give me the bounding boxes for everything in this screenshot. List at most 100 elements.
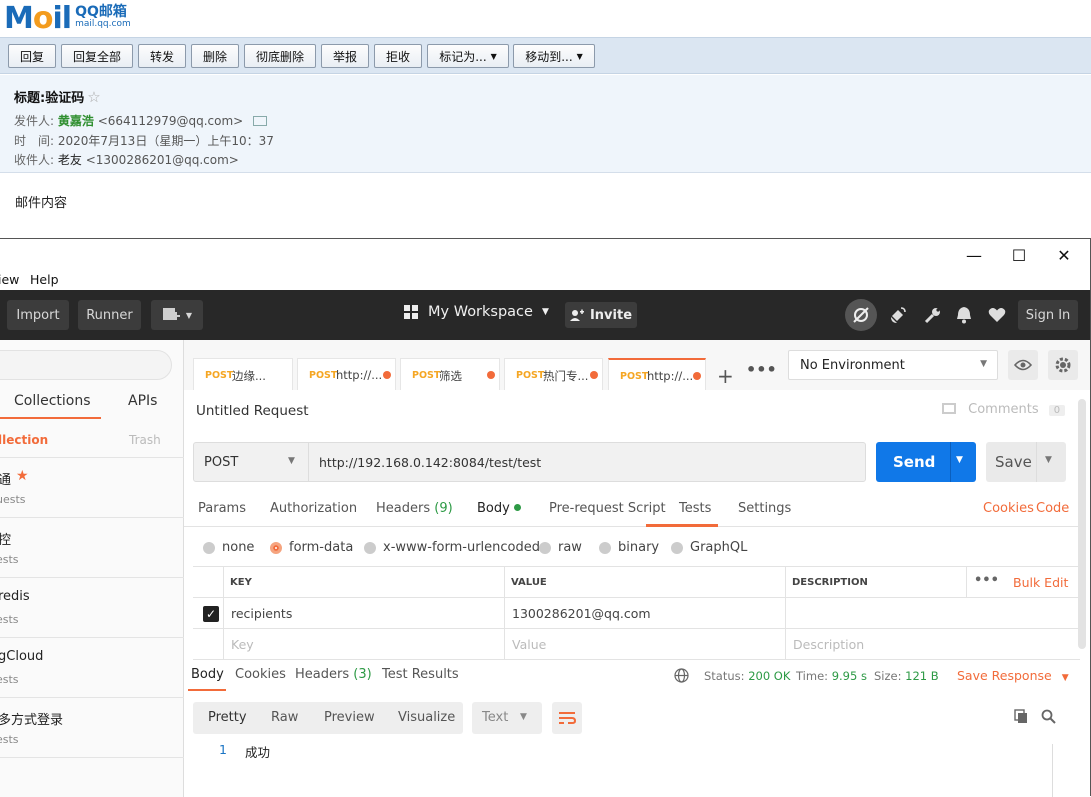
send-button[interactable]: Send ▼ [876, 442, 976, 482]
reject-button[interactable]: 拒收 [374, 44, 422, 68]
new-button[interactable]: ▼ [151, 300, 203, 330]
request-tab[interactable]: POST 热门专... [504, 358, 603, 390]
key-cell[interactable]: recipients [223, 598, 505, 628]
radio-form-data[interactable]: form-data [270, 540, 353, 555]
description-input[interactable]: Description [785, 629, 1080, 659]
delete-button[interactable]: 删除 [191, 44, 239, 68]
maximize-button[interactable]: ☐ [999, 243, 1039, 267]
tab-pre-request-script[interactable]: Pre-request Script [549, 501, 666, 516]
value-input[interactable]: Value [504, 629, 786, 659]
globe-icon[interactable] [674, 668, 689, 686]
eye-icon[interactable] [1008, 350, 1038, 380]
heart-icon[interactable] [985, 303, 1009, 327]
response-language-select[interactable]: Text ▼ [472, 702, 542, 734]
chevron-down-icon[interactable]: ▼ [1045, 455, 1052, 465]
comments-button[interactable]: Comments 0 [942, 402, 1066, 417]
description-cell[interactable] [785, 598, 1080, 628]
more-options-icon[interactable]: ••• [974, 573, 999, 588]
collection-item[interactable]: 控 ests [0, 518, 184, 578]
collection-item[interactable]: gCloud ests [0, 638, 184, 698]
radio-none[interactable]: none [203, 540, 254, 555]
request-title[interactable]: Untitled Request [196, 403, 309, 419]
scrollbar[interactable] [1078, 399, 1086, 649]
url-input[interactable]: http://192.168.0.142:8084/test/test [308, 442, 866, 482]
format-preview[interactable]: Preview [324, 710, 375, 725]
qq-mail-logo[interactable]: Moil QQ邮箱 mail.qq.com [4, 1, 131, 36]
reply-button[interactable]: 回复 [8, 44, 56, 68]
response-tab-body[interactable]: Body [191, 667, 224, 682]
tab-collections[interactable]: Collections [14, 393, 91, 409]
copy-icon[interactable] [1014, 709, 1029, 727]
radio-raw[interactable]: raw [539, 540, 582, 555]
collection-item[interactable]: 多方式登录 ests [0, 698, 184, 758]
close-button[interactable]: ✕ [1044, 243, 1084, 267]
environment-select[interactable]: No Environment ▼ [788, 350, 998, 380]
menu-help[interactable]: Help [30, 272, 59, 287]
more-tabs-icon[interactable]: ••• [746, 360, 777, 379]
request-tab[interactable]: POST 筛选 [400, 358, 500, 390]
row-enabled-checkbox[interactable]: ✓ [203, 606, 219, 622]
star-icon[interactable]: ☆ [87, 88, 100, 106]
chevron-down-icon[interactable]: ▼ [956, 455, 963, 465]
import-button[interactable]: Import [7, 300, 69, 330]
wrench-icon[interactable] [921, 303, 945, 327]
format-raw[interactable]: Raw [271, 710, 298, 725]
contact-card-icon[interactable] [253, 116, 268, 126]
trash-link[interactable]: Trash [129, 433, 161, 447]
response-tab-test-results[interactable]: Test Results [382, 667, 459, 682]
workspace-selector[interactable]: My Workspace ▼ [404, 304, 549, 320]
recipient-name[interactable]: 老友 [58, 153, 82, 167]
sign-in-button[interactable]: Sign In [1018, 300, 1078, 330]
code-link[interactable]: Code [1036, 501, 1069, 516]
format-pretty[interactable]: Pretty [208, 710, 247, 725]
save-response-button[interactable]: Save Response ▼ [957, 668, 1069, 683]
sync-off-icon[interactable] [845, 299, 877, 331]
tab-apis[interactable]: APIs [128, 393, 157, 409]
radio-binary[interactable]: binary [599, 540, 659, 555]
format-visualize[interactable]: Visualize [398, 710, 455, 725]
sender-email: <664112979@qq.com> [97, 114, 244, 128]
request-tab[interactable]: POST http://... [297, 358, 396, 390]
response-tab-headers[interactable]: Headers (3) [295, 667, 372, 682]
radio-graphql[interactable]: GraphQL [671, 540, 747, 555]
delete-permanently-button[interactable]: 彻底删除 [244, 44, 316, 68]
collection-item[interactable]: redis ests [0, 578, 184, 638]
report-button[interactable]: 举报 [321, 44, 369, 68]
tab-body[interactable]: Body [477, 501, 521, 516]
save-button[interactable]: Save ▼ [986, 442, 1066, 482]
reply-all-button[interactable]: 回复全部 [61, 44, 133, 68]
collection-item[interactable]: 通 ★ uests [0, 458, 184, 518]
invite-button[interactable]: Invite [565, 302, 637, 328]
tab-headers[interactable]: Headers (9) [376, 501, 453, 516]
runner-button[interactable]: Runner [78, 300, 141, 330]
gear-icon[interactable] [1048, 350, 1078, 380]
tab-params[interactable]: Params [198, 501, 246, 516]
request-tab[interactable]: POST 边缘... [193, 358, 293, 390]
bell-icon[interactable] [952, 303, 976, 327]
method-select[interactable]: POST ▼ [193, 442, 309, 482]
tab-settings[interactable]: Settings [738, 501, 791, 516]
cookies-link[interactable]: Cookies [983, 501, 1034, 516]
radio-x-www-form-urlencoded[interactable]: x-www-form-urlencoded [364, 540, 540, 555]
key-input[interactable]: Key [223, 629, 505, 659]
request-tab-active[interactable]: POST http://... [608, 358, 706, 390]
minimize-button[interactable]: — [954, 243, 994, 267]
forward-button[interactable]: 转发 [138, 44, 186, 68]
satellite-icon[interactable] [886, 303, 910, 327]
tab-tests[interactable]: Tests [679, 501, 711, 516]
bulk-edit-link[interactable]: Bulk Edit [1013, 575, 1068, 590]
search-icon[interactable] [1041, 709, 1056, 727]
scrollbar[interactable] [1052, 744, 1064, 797]
new-tab-plus-icon[interactable]: + [717, 364, 734, 388]
new-collection-link[interactable]: llection [0, 433, 48, 447]
star-icon[interactable]: ★ [16, 468, 29, 484]
wrap-lines-icon[interactable] [552, 702, 582, 734]
mark-as-dropdown[interactable]: 标记为... ▼ [427, 44, 509, 68]
value-cell[interactable]: 1300286201@qq.com [504, 598, 786, 628]
sidebar-search-input[interactable] [0, 350, 172, 380]
move-to-dropdown[interactable]: 移动到... ▼ [513, 44, 595, 68]
tab-authorization[interactable]: Authorization [270, 501, 357, 516]
sender-name[interactable]: 黄嘉浩 [58, 114, 94, 128]
menu-view[interactable]: iew [0, 272, 19, 287]
response-tab-cookies[interactable]: Cookies [235, 667, 286, 682]
